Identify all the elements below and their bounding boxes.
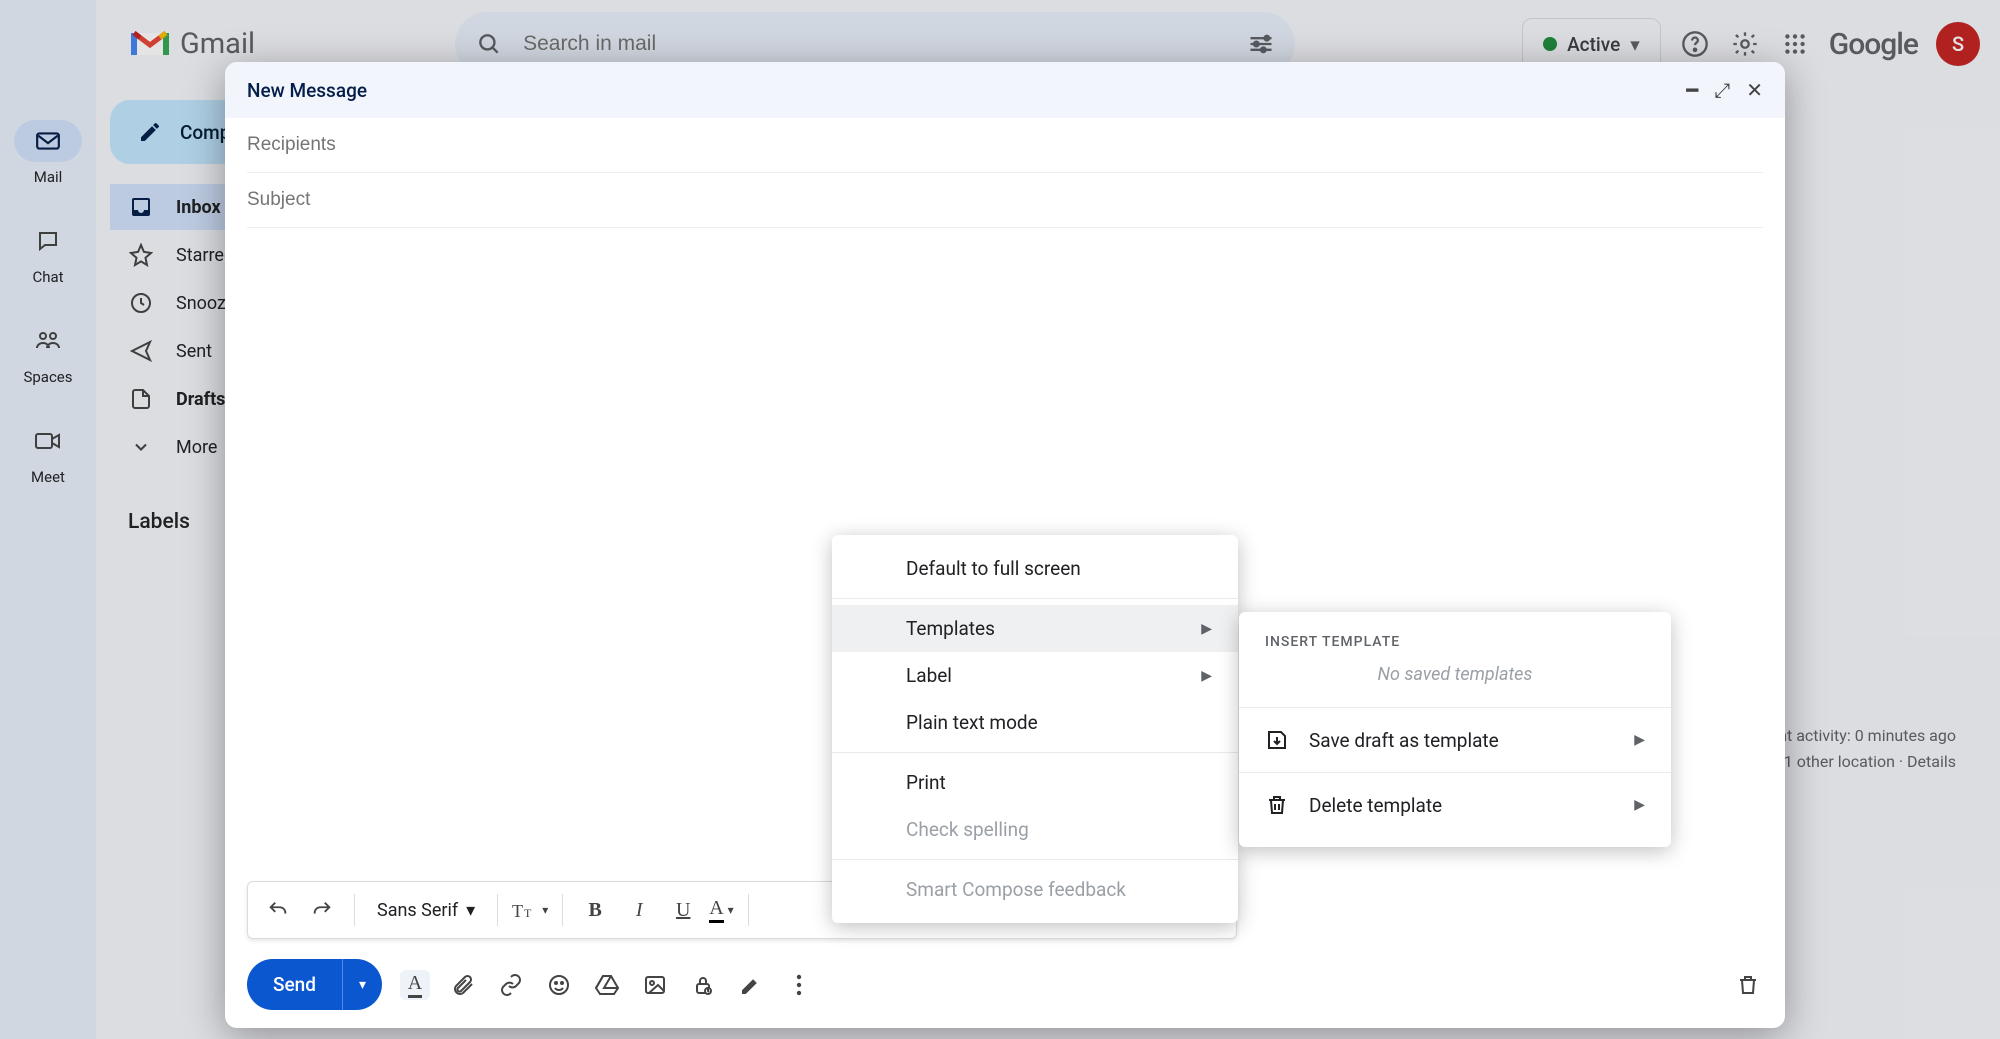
more-options-menu: Default to full screen Templates▶ Label▶… [832, 535, 1238, 923]
menu-separator [832, 859, 1238, 860]
chevron-right-icon: ▶ [1201, 668, 1212, 684]
bold-icon[interactable]: B [577, 892, 613, 928]
recipients-input[interactable] [247, 118, 1763, 172]
chevron-down-icon: ▾ [466, 900, 475, 921]
menu-separator [832, 752, 1238, 753]
italic-icon[interactable]: I [621, 892, 657, 928]
compose-header: New Message ━ ⤢ ✕ [225, 62, 1785, 118]
drive-icon[interactable] [592, 970, 622, 1000]
redo-icon[interactable] [304, 892, 340, 928]
signature-icon[interactable] [736, 970, 766, 1000]
underline-icon[interactable]: U [665, 892, 701, 928]
send-bar: Send ▾ A [225, 949, 1785, 1028]
compose-title: New Message [247, 79, 367, 102]
text-format-icon[interactable]: A [400, 970, 430, 1000]
chevron-right-icon: ▶ [1201, 621, 1212, 637]
menu-separator [832, 598, 1238, 599]
font-size-select[interactable]: TT▾ [512, 892, 548, 928]
menu-smart-compose: Smart Compose feedback [832, 866, 1238, 913]
submenu-heading: INSERT TEMPLATE [1239, 628, 1671, 664]
trash-icon [1265, 793, 1289, 817]
menu-separator [1239, 707, 1671, 708]
submenu-save-draft[interactable]: Save draft as template ▶ [1239, 714, 1671, 766]
discard-icon[interactable] [1733, 970, 1763, 1000]
send-button[interactable]: Send ▾ [247, 959, 382, 1010]
menu-print[interactable]: Print [832, 759, 1238, 806]
subject-field[interactable] [247, 173, 1763, 228]
submenu-empty: No saved templates [1239, 664, 1671, 701]
menu-plain-text[interactable]: Plain text mode [832, 699, 1238, 746]
subject-input[interactable] [247, 173, 1763, 227]
fullscreen-icon[interactable]: ⤢ [1714, 78, 1730, 102]
send-more-icon[interactable]: ▾ [343, 963, 382, 1007]
menu-templates[interactable]: Templates▶ [832, 605, 1238, 652]
more-options-icon[interactable] [784, 970, 814, 1000]
font-family-select[interactable]: Sans Serif▾ [369, 900, 483, 921]
save-icon [1265, 728, 1289, 752]
chevron-right-icon: ▶ [1634, 797, 1645, 813]
menu-separator [1239, 772, 1671, 773]
text-color-icon[interactable]: A▾ [709, 892, 733, 928]
undo-icon[interactable] [260, 892, 296, 928]
close-icon[interactable]: ✕ [1746, 78, 1763, 102]
svg-text:T: T [512, 901, 523, 921]
recipients-field[interactable] [247, 118, 1763, 173]
attach-icon[interactable] [448, 970, 478, 1000]
templates-submenu: INSERT TEMPLATE No saved templates Save … [1239, 612, 1671, 847]
submenu-delete-template[interactable]: Delete template ▶ [1239, 779, 1671, 831]
menu-check-spelling: Check spelling [832, 806, 1238, 853]
confidential-icon[interactable] [688, 970, 718, 1000]
menu-default-full-screen[interactable]: Default to full screen [832, 545, 1238, 592]
emoji-icon[interactable] [544, 970, 574, 1000]
svg-text:T: T [524, 906, 532, 920]
link-icon[interactable] [496, 970, 526, 1000]
menu-label[interactable]: Label▶ [832, 652, 1238, 699]
image-icon[interactable] [640, 970, 670, 1000]
chevron-right-icon: ▶ [1634, 732, 1645, 748]
minimize-icon[interactable]: ━ [1686, 78, 1698, 102]
